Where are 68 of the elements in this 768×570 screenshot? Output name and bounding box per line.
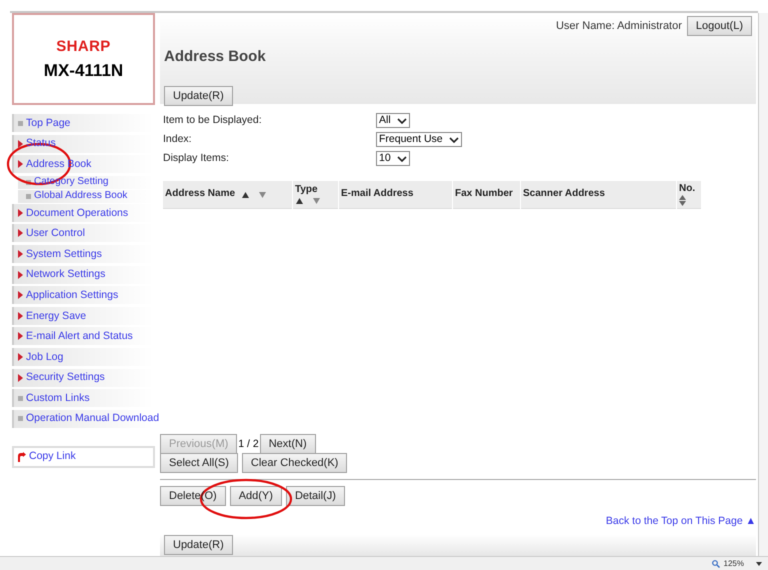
dropdown-value: Frequent Use [379, 132, 443, 147]
caret-icon[interactable] [756, 562, 762, 566]
page-indicator: 1 / 2 [238, 436, 259, 452]
dropdown-value: 10 [379, 150, 391, 166]
update-button[interactable]: Update(R) [164, 86, 233, 106]
column-title: Fax Number [455, 188, 513, 201]
square-icon [18, 120, 23, 126]
sidebar-item-label: Energy Save [26, 310, 86, 321]
copy-link[interactable]: Copy Link [29, 449, 76, 466]
sidebar-item-label: E-mail Alert and Status [26, 331, 133, 342]
dropdown[interactable]: All [376, 113, 410, 128]
chevron-down-icon [396, 156, 407, 162]
sidebar-item-label: Document Operations [26, 208, 128, 218]
sort-arrows-icon[interactable] [679, 195, 686, 206]
triangle-icon [18, 160, 23, 168]
link-arrow-icon [17, 452, 26, 462]
sidebar-item-label: Job Log [26, 352, 64, 362]
sidebar-item-label: Custom Links [26, 392, 90, 404]
dropdown-value: All [379, 112, 391, 128]
sidebar-item-label: System Settings [26, 248, 102, 260]
square-icon [26, 180, 31, 185]
filter-label: Index: [163, 132, 193, 147]
triangle-icon [18, 250, 23, 258]
column-title: No. [679, 182, 696, 196]
triangle-icon [18, 270, 23, 279]
square-icon [26, 194, 31, 199]
sidebar-item-label: Application Settings [26, 290, 118, 300]
model-name: MX-4111N [44, 62, 124, 79]
triangle-icon [18, 332, 23, 340]
square-icon [18, 416, 23, 422]
triangle-icon [18, 352, 23, 361]
selection-button[interactable]: Clear Checked(K) [242, 453, 348, 474]
user-name: User Name: Administrator [556, 18, 682, 34]
triangle-icon [18, 208, 23, 217]
sidebar-item-label: Network Settings [26, 269, 106, 280]
column-title: Scanner Address [523, 188, 605, 201]
zoom-level[interactable]: 125% [724, 558, 744, 570]
sort-arrows-icon[interactable] [241, 190, 268, 198]
brand-logo: SHARP [56, 39, 111, 54]
column-title: Address Name [165, 188, 236, 201]
dropdown[interactable]: 10 [376, 151, 410, 166]
sidebar-subitem-label: Global Address Book [34, 191, 128, 202]
triangle-icon [18, 140, 23, 148]
chevron-down-icon [396, 118, 407, 124]
next-button[interactable]: Next(N) [260, 434, 316, 454]
column-title: E-mail Address [341, 188, 414, 201]
page-title: Address Book [164, 47, 267, 67]
sort-arrows-icon[interactable] [295, 196, 321, 205]
zoom-icon [712, 560, 720, 568]
selection-button[interactable]: Select All(S) [160, 453, 238, 474]
sidebar-item-label: Security Settings [26, 372, 105, 383]
update-button[interactable]: Update(R) [164, 535, 233, 556]
logout-button[interactable]: Logout(L) [686, 16, 752, 36]
chevron-down-icon [448, 136, 459, 142]
action-button[interactable]: Add(Y) [230, 486, 282, 506]
triangle-icon [18, 291, 23, 300]
triangle-icon [18, 312, 23, 320]
sidebar-item-label: Top Page [26, 118, 70, 128]
dropdown[interactable]: Frequent Use [376, 132, 462, 147]
back-to-top-link[interactable]: Back to the Top on This Page ▲ [606, 514, 756, 530]
square-icon [18, 396, 23, 401]
filter-label: Item to be Displayed: [163, 112, 263, 128]
sidebar-item-label: User Control [26, 228, 85, 239]
action-button[interactable]: Detail(J) [286, 486, 345, 506]
column-title: Type [295, 184, 318, 197]
filter-label: Display Items: [163, 150, 230, 166]
triangle-icon [18, 229, 23, 238]
triangle-icon [18, 374, 23, 382]
